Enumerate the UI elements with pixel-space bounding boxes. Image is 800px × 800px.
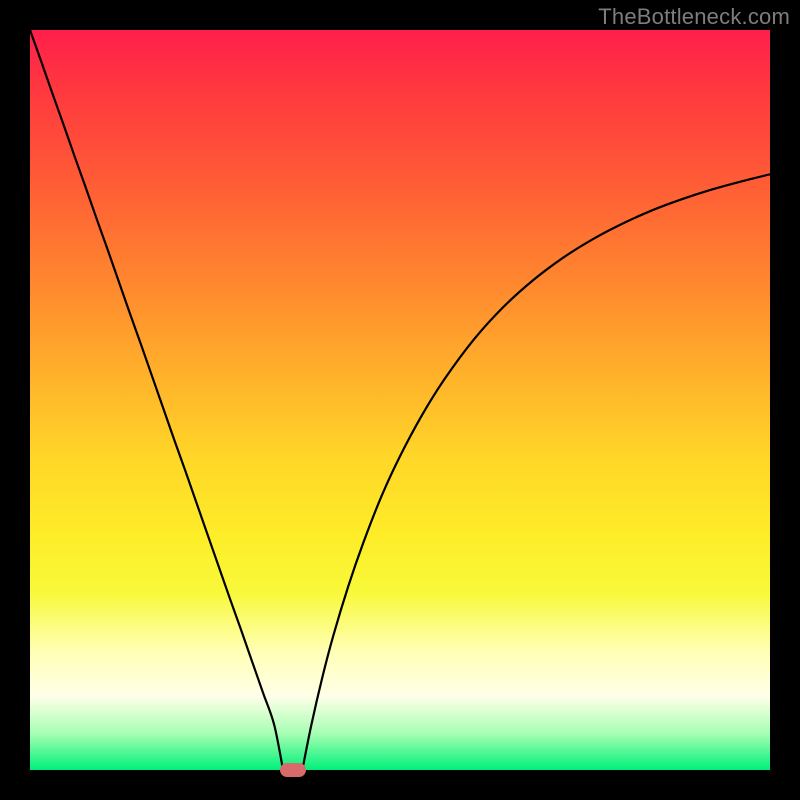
minimum-marker bbox=[280, 763, 306, 777]
curve-right-branch bbox=[302, 174, 770, 770]
watermark-text: TheBottleneck.com bbox=[598, 4, 790, 30]
curve-svg bbox=[30, 30, 770, 770]
plot-area bbox=[30, 30, 770, 770]
curve-left-branch bbox=[30, 30, 283, 770]
chart-frame: TheBottleneck.com bbox=[0, 0, 800, 800]
